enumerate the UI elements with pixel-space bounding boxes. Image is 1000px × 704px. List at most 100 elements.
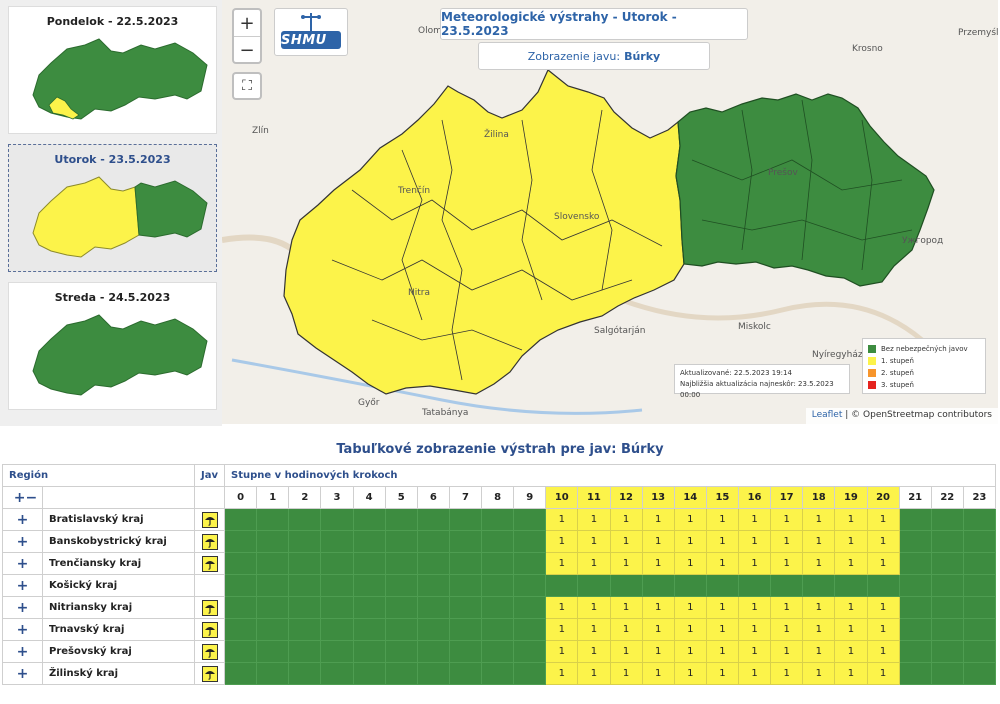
level-cell[interactable] bbox=[288, 552, 322, 575]
level-cell[interactable]: 1 bbox=[770, 596, 804, 619]
level-cell[interactable]: 1 bbox=[705, 596, 740, 619]
expand-region-button[interactable]: + bbox=[2, 662, 43, 685]
level-cell[interactable] bbox=[513, 552, 547, 575]
level-cell[interactable]: 1 bbox=[866, 530, 900, 553]
level-cell[interactable]: 1 bbox=[770, 640, 804, 663]
level-cell[interactable] bbox=[770, 574, 804, 597]
level-cell[interactable] bbox=[513, 618, 547, 641]
level-cell[interactable]: 1 bbox=[577, 596, 611, 619]
level-cell[interactable] bbox=[384, 640, 418, 663]
level-cell[interactable] bbox=[384, 530, 418, 553]
umbrella-icon[interactable] bbox=[201, 665, 218, 682]
level-cell[interactable] bbox=[384, 596, 418, 619]
leaflet-link[interactable]: Leaflet bbox=[812, 410, 843, 420]
level-cell[interactable] bbox=[930, 618, 964, 641]
level-cell[interactable]: 1 bbox=[802, 640, 836, 663]
level-cell[interactable] bbox=[223, 530, 258, 553]
day-card-monday[interactable]: Pondelok - 22.5.2023 bbox=[8, 6, 217, 134]
level-cell[interactable]: 1 bbox=[866, 508, 900, 531]
level-cell[interactable]: 1 bbox=[545, 640, 579, 663]
level-cell[interactable] bbox=[930, 552, 964, 575]
level-cell[interactable] bbox=[288, 596, 322, 619]
umbrella-icon[interactable] bbox=[201, 533, 218, 550]
level-cell[interactable] bbox=[223, 552, 258, 575]
level-cell[interactable] bbox=[320, 662, 354, 685]
level-cell[interactable]: 1 bbox=[609, 530, 643, 553]
level-cell[interactable]: 1 bbox=[834, 530, 868, 553]
level-cell[interactable] bbox=[416, 530, 450, 553]
level-cell[interactable] bbox=[513, 530, 547, 553]
level-cell[interactable]: 1 bbox=[609, 640, 643, 663]
level-cell[interactable] bbox=[320, 640, 354, 663]
level-cell[interactable]: 1 bbox=[802, 508, 836, 531]
level-cell[interactable] bbox=[352, 508, 386, 531]
level-cell[interactable]: 1 bbox=[641, 640, 675, 663]
level-cell[interactable]: 1 bbox=[673, 640, 707, 663]
level-cell[interactable] bbox=[480, 530, 515, 553]
level-cell[interactable] bbox=[930, 662, 964, 685]
level-cell[interactable] bbox=[288, 508, 322, 531]
level-cell[interactable]: 1 bbox=[641, 662, 675, 685]
level-cell[interactable]: 1 bbox=[770, 530, 804, 553]
level-cell[interactable]: 1 bbox=[609, 508, 643, 531]
level-cell[interactable] bbox=[384, 552, 418, 575]
level-cell[interactable] bbox=[288, 530, 322, 553]
level-cell[interactable] bbox=[962, 640, 997, 663]
level-cell[interactable]: 1 bbox=[737, 640, 772, 663]
level-cell[interactable]: 1 bbox=[577, 618, 611, 641]
level-cell[interactable] bbox=[513, 662, 547, 685]
expand-all-button[interactable]: +− bbox=[2, 486, 43, 509]
level-cell[interactable] bbox=[384, 574, 418, 597]
level-cell[interactable] bbox=[962, 618, 997, 641]
level-cell[interactable] bbox=[288, 618, 322, 641]
level-cell[interactable] bbox=[448, 618, 483, 641]
level-cell[interactable]: 1 bbox=[802, 618, 836, 641]
level-cell[interactable] bbox=[448, 574, 483, 597]
level-cell[interactable] bbox=[962, 552, 997, 575]
level-cell[interactable] bbox=[256, 552, 290, 575]
level-cell[interactable] bbox=[384, 618, 418, 641]
level-cell[interactable] bbox=[448, 640, 483, 663]
level-cell[interactable]: 1 bbox=[770, 508, 804, 531]
level-cell[interactable]: 1 bbox=[770, 618, 804, 641]
level-cell[interactable]: 1 bbox=[737, 618, 772, 641]
level-cell[interactable] bbox=[320, 574, 354, 597]
level-cell[interactable]: 1 bbox=[834, 552, 868, 575]
level-cell[interactable] bbox=[930, 596, 964, 619]
level-cell[interactable]: 1 bbox=[641, 618, 675, 641]
level-cell[interactable] bbox=[480, 596, 515, 619]
level-cell[interactable]: 1 bbox=[577, 640, 611, 663]
level-cell[interactable] bbox=[802, 574, 836, 597]
level-cell[interactable] bbox=[320, 596, 354, 619]
level-cell[interactable]: 1 bbox=[866, 640, 900, 663]
level-cell[interactable] bbox=[545, 574, 579, 597]
level-cell[interactable] bbox=[416, 596, 450, 619]
level-cell[interactable] bbox=[256, 574, 290, 597]
level-cell[interactable]: 1 bbox=[577, 552, 611, 575]
level-cell[interactable]: 1 bbox=[545, 508, 579, 531]
level-cell[interactable] bbox=[288, 662, 322, 685]
level-cell[interactable]: 1 bbox=[673, 596, 707, 619]
umbrella-icon[interactable] bbox=[201, 511, 218, 528]
level-cell[interactable]: 1 bbox=[545, 662, 579, 685]
level-cell[interactable] bbox=[513, 640, 547, 663]
level-cell[interactable] bbox=[480, 662, 515, 685]
level-cell[interactable] bbox=[384, 508, 418, 531]
level-cell[interactable] bbox=[930, 508, 964, 531]
level-cell[interactable]: 1 bbox=[866, 662, 900, 685]
umbrella-icon[interactable] bbox=[201, 621, 218, 638]
level-cell[interactable]: 1 bbox=[545, 530, 579, 553]
level-cell[interactable]: 1 bbox=[609, 552, 643, 575]
level-cell[interactable]: 1 bbox=[802, 552, 836, 575]
day-card-wednesday[interactable]: Streda - 24.5.2023 bbox=[8, 282, 217, 410]
level-cell[interactable] bbox=[416, 508, 450, 531]
level-cell[interactable]: 1 bbox=[577, 508, 611, 531]
level-cell[interactable] bbox=[930, 640, 964, 663]
level-cell[interactable]: 1 bbox=[705, 618, 740, 641]
expand-region-button[interactable]: + bbox=[2, 574, 43, 597]
level-cell[interactable] bbox=[320, 552, 354, 575]
level-cell[interactable]: 1 bbox=[770, 552, 804, 575]
level-cell[interactable] bbox=[223, 640, 258, 663]
level-cell[interactable] bbox=[480, 508, 515, 531]
level-cell[interactable]: 1 bbox=[673, 552, 707, 575]
